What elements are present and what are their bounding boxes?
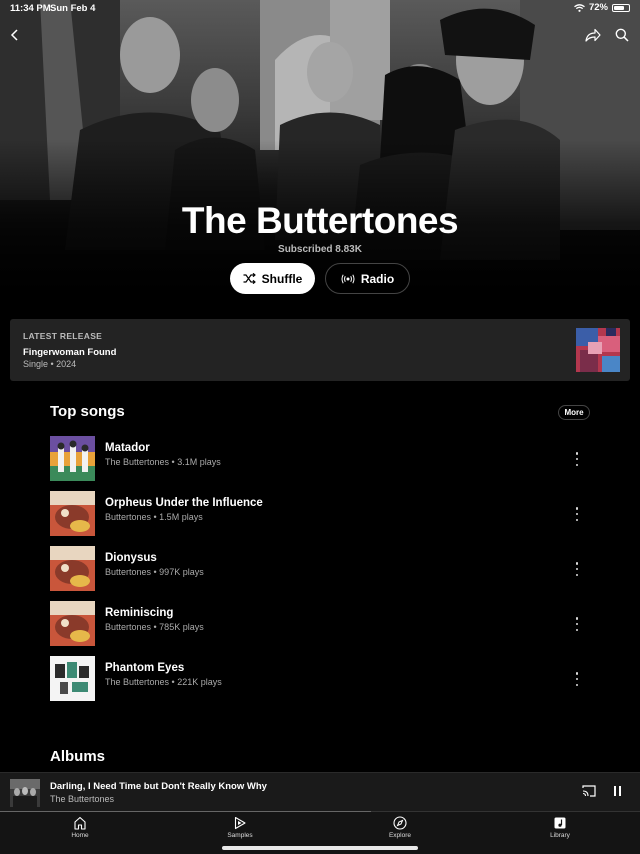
orpheus-art (50, 601, 95, 646)
shuffle-label: Shuffle (261, 271, 303, 286)
more-songs-button[interactable]: More (558, 405, 590, 420)
song-meta: Buttertones • 997K plays (105, 567, 204, 577)
latest-release-card[interactable]: LATEST RELEASE Fingerwoman Found Single … (10, 319, 630, 381)
samples-icon (234, 816, 246, 830)
explore-icon (393, 816, 407, 830)
now-playing-art (10, 779, 40, 807)
now-playing-artist: The Buttertones (50, 794, 115, 804)
song-row[interactable]: Reminiscing Buttertones • 785K plays (50, 601, 590, 647)
status-date: Sun Feb 4 (50, 3, 96, 14)
tab-home[interactable]: Home (40, 816, 120, 839)
shuffle-icon (243, 273, 256, 284)
share-icon (585, 28, 601, 42)
tab-explore[interactable]: Explore (360, 816, 440, 839)
battery-percent: 72% (588, 2, 608, 13)
latest-release-subtitle: Single • 2024 (23, 359, 77, 369)
mini-player[interactable]: Darling, I Need Time but Don't Really Kn… (0, 772, 640, 812)
latest-release-label: LATEST RELEASE (23, 331, 103, 341)
cast-icon[interactable] (582, 785, 596, 797)
more-options-icon[interactable] (574, 452, 580, 466)
song-title: Orpheus Under the Influence (105, 497, 263, 509)
tab-home-label: Home (71, 832, 89, 839)
now-playing-title: Darling, I Need Time but Don't Really Kn… (50, 781, 267, 792)
wifi-icon (574, 3, 585, 12)
search-icon (615, 28, 629, 42)
search-button[interactable] (613, 26, 631, 44)
status-time: 11:34 PM (10, 3, 51, 14)
artist-name: The Buttertones (181, 200, 459, 241)
pause-icon (614, 786, 616, 796)
radio-label: Radio (360, 271, 395, 286)
song-row[interactable]: Matador The Buttertones • 3.1M plays (50, 436, 590, 482)
shuffle-button[interactable]: Shuffle (230, 263, 315, 294)
tab-samples[interactable]: Samples (200, 816, 280, 839)
latest-release-title: Fingerwoman Found (23, 347, 117, 358)
tab-samples-label: Samples (227, 832, 253, 839)
orpheus-art (50, 491, 95, 536)
pause-button[interactable] (614, 786, 621, 796)
subscriber-count[interactable]: Subscribed 8.83K (0, 244, 640, 255)
matador-art (50, 436, 95, 481)
song-row[interactable]: Phantom Eyes The Buttertones • 221K play… (50, 656, 590, 702)
home-icon (74, 816, 86, 830)
tab-explore-label: Explore (388, 832, 412, 839)
more-options-icon[interactable] (574, 617, 580, 631)
song-meta: Buttertones • 785K plays (105, 622, 204, 632)
more-options-icon[interactable] (574, 507, 580, 521)
orpheus-art (50, 546, 95, 591)
albums-title: Albums (50, 748, 106, 765)
share-button[interactable] (584, 26, 602, 44)
song-meta: Buttertones • 1.5M plays (105, 512, 203, 522)
library-icon (554, 817, 566, 829)
top-songs-title: Top songs (50, 403, 125, 420)
more-options-icon[interactable] (574, 562, 580, 576)
song-meta: The Buttertones • 3.1M plays (105, 457, 221, 467)
phantom-art (50, 656, 95, 701)
more-options-icon[interactable] (574, 672, 580, 686)
song-meta: The Buttertones • 221K plays (105, 677, 222, 687)
chevron-left-icon (10, 29, 18, 41)
artist-hero-image (0, 0, 640, 310)
tab-library[interactable]: Library (520, 816, 600, 839)
battery-icon (612, 3, 630, 12)
song-row[interactable]: Orpheus Under the Influence Buttertones … (50, 491, 590, 537)
song-row[interactable]: Dionysus Buttertones • 997K plays (50, 546, 590, 592)
tab-library-label: Library (550, 832, 570, 839)
song-title: Matador (105, 442, 150, 454)
latest-release-art (576, 328, 620, 372)
song-title: Phantom Eyes (105, 662, 185, 674)
radio-icon (341, 274, 355, 283)
song-title: Dionysus (105, 552, 157, 564)
status-bar: 11:34 PM Sun Feb 4 72% (0, 0, 640, 16)
radio-button[interactable]: Radio (325, 263, 410, 294)
home-indicator[interactable] (222, 846, 418, 850)
song-title: Reminiscing (105, 607, 174, 619)
back-button[interactable] (6, 26, 24, 44)
